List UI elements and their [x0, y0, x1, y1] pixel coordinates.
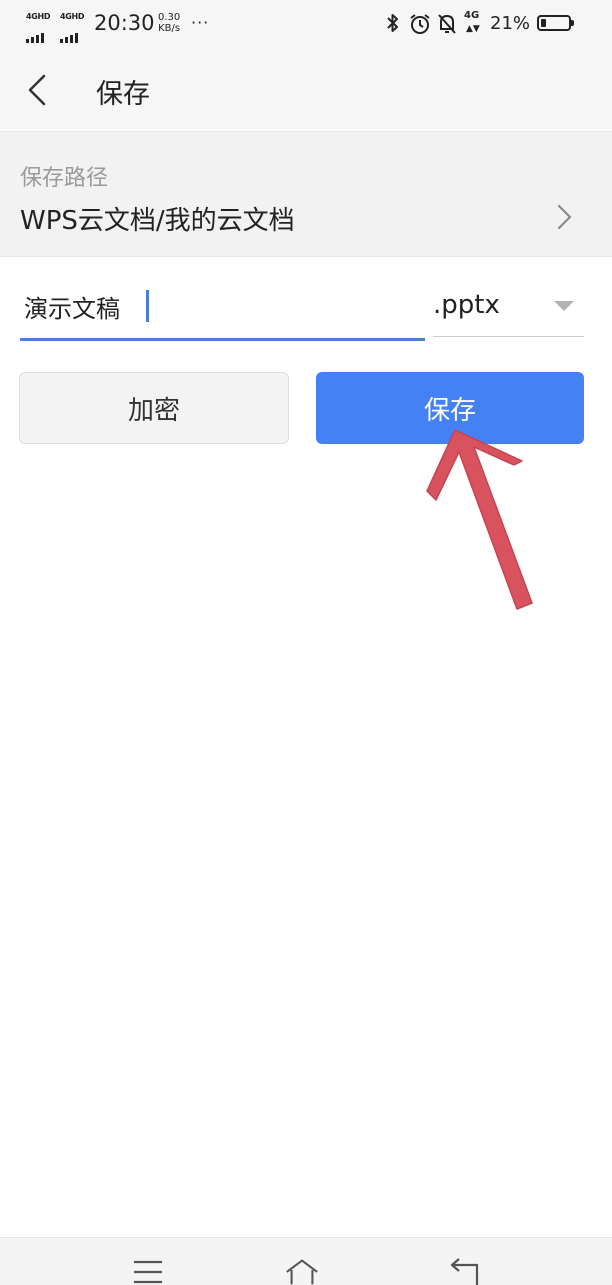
text-caret [146, 290, 149, 322]
network-speed-unit: KB/s [158, 23, 181, 34]
filename-field[interactable] [20, 282, 425, 341]
bluetooth-icon [387, 14, 398, 32]
menu-icon[interactable] [130, 1256, 166, 1285]
home-icon[interactable] [284, 1256, 320, 1285]
lte-label: 4G [464, 10, 480, 21]
encrypt-button[interactable]: 加密 [19, 372, 289, 444]
more-notifications-icon: ··· [191, 13, 210, 32]
save-path-value: WPS云文档/我的云文档 [20, 206, 295, 236]
app-header: 保存 [0, 50, 612, 130]
dropdown-triangle-icon [554, 301, 574, 311]
chevron-right-icon [557, 204, 572, 230]
status-time: 20:30 [94, 11, 155, 35]
system-nav-bar [0, 1237, 612, 1285]
network-speed-value: 0.30 [158, 12, 181, 23]
bell-muted-icon [438, 14, 456, 34]
extension-value: .pptx [433, 290, 500, 320]
battery-icon [537, 15, 574, 31]
back-button[interactable] [18, 70, 58, 110]
chevron-left-icon [28, 74, 46, 106]
save-path-row[interactable]: 保存路径 WPS云文档/我的云文档 [0, 131, 612, 257]
extension-select[interactable]: .pptx [433, 282, 584, 337]
status-bar: 4GHD 4GHD 20:30 0.30 KB/s ··· 4G ▲▼ 21% [0, 0, 612, 50]
network-type-sim2: 4GHD [60, 12, 85, 21]
signal-sim1-icon: 4GHD [26, 12, 54, 43]
alarm-icon [410, 14, 430, 34]
page-title: 保存 [96, 79, 150, 110]
save-path-label: 保存路径 [20, 166, 109, 191]
save-button[interactable]: 保存 [316, 372, 584, 444]
filename-input[interactable] [20, 282, 425, 330]
network-type-sim1: 4GHD [26, 12, 51, 21]
battery-percent: 21% [490, 13, 531, 34]
network-speed: 0.30 KB/s [158, 12, 180, 34]
lte-signal-icon: 4G ▲▼ [464, 10, 480, 34]
signal-sim2-icon: 4GHD [60, 12, 88, 43]
battery-level [541, 19, 546, 27]
back-icon[interactable] [447, 1256, 483, 1285]
